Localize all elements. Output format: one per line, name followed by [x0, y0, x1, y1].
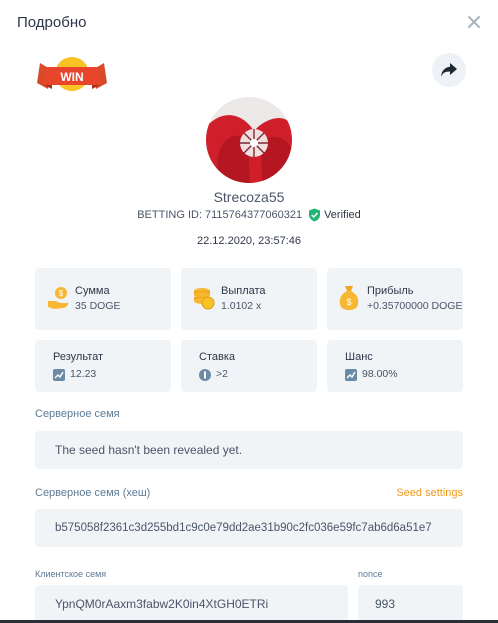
client-seed-value: YpnQM0rAaxm3fabw2K0in4XtGH0ETRi [55, 597, 269, 611]
bet-details-modal: Подробно WIN Strecoza55 BETTING ID: 7115… [0, 0, 498, 623]
stat-card-payout: Выплата 1.0102 x [181, 268, 317, 330]
svg-text:$: $ [59, 289, 64, 298]
stat-value-profit: +0.35700000 DOGE [367, 300, 463, 312]
stat-label-profit: Прибыль [367, 285, 414, 297]
betting-id-value: 7115764377060321 [205, 209, 303, 221]
stat-label-payout: Выплата [221, 285, 266, 297]
stat-value-payout: 1.0102 x [221, 300, 262, 312]
client-seed-field[interactable]: YpnQM0rAaxm3fabw2K0in4XtGH0ETRi [35, 585, 348, 623]
server-seed-field[interactable]: The seed hasn't been revealed yet. [35, 431, 463, 469]
nonce-field[interactable]: 993 [358, 585, 463, 623]
betting-id-row: BETTING ID: 7115764377060321 Verified [0, 208, 498, 222]
target-icon [199, 368, 211, 386]
server-seed-hash-label: Серверное семя (хеш) [35, 487, 151, 499]
client-seed-label: Клиентское семя [35, 569, 107, 579]
stat-value-amount: 35 DOGE [75, 300, 121, 312]
seed-settings-link[interactable]: Seed settings [396, 487, 463, 499]
stat-card-profit: $ Прибыль +0.35700000 DOGE [327, 268, 463, 330]
stat-label-bet: Ставка [199, 351, 235, 363]
server-seed-hash-field[interactable]: b575058f2361c3d255bd1c9c0e79dd2ae31b90c2… [35, 509, 463, 547]
server-seed-value: The seed hasn't been revealed yet. [55, 443, 243, 457]
bet-datetime: 22.12.2020, 23:57:46 [197, 235, 301, 247]
stat-label-amount: Сумма [75, 285, 110, 297]
stat-card-bet: Ставка >2 [181, 340, 317, 392]
share-arrow-icon [441, 63, 457, 77]
money-bag-icon: $ [339, 285, 359, 316]
win-badge-text: WIN [60, 70, 83, 84]
verified-badge: Verified [308, 208, 361, 222]
server-seed-hash-value: b575058f2361c3d255bd1c9c0e79dd2ae31b90c2… [55, 522, 432, 534]
verified-label: Verified [324, 209, 361, 221]
close-icon[interactable] [464, 12, 484, 32]
chart-icon [53, 368, 65, 386]
svg-text:$: $ [346, 297, 351, 307]
verified-shield-icon [309, 208, 321, 222]
money-hand-icon: $ [47, 286, 69, 315]
stat-card-amount: $ Сумма 35 DOGE [35, 268, 171, 330]
share-button[interactable] [432, 53, 466, 87]
stat-card-chance: Шанс 98.00% [327, 340, 463, 392]
coins-stack-icon [193, 286, 215, 315]
nonce-value: 993 [375, 597, 396, 611]
stat-value-bet: >2 [216, 368, 228, 380]
stat-value-chance: 98.00% [362, 368, 398, 380]
stat-card-result: Результат 12.23 [35, 340, 171, 392]
username: Strecoza55 [213, 189, 285, 205]
stat-label-result: Результат [53, 351, 104, 363]
chart-icon [345, 368, 357, 386]
stat-label-chance: Шанс [345, 351, 373, 363]
win-badge: WIN [34, 55, 110, 97]
nonce-label: nonce [358, 569, 383, 579]
modal-title: Подробно [17, 14, 87, 31]
betting-id-label: BETTING ID: [137, 209, 202, 221]
stat-value-result: 12.23 [70, 368, 97, 380]
server-seed-label: Серверное семя [35, 408, 120, 420]
avatar [206, 97, 292, 183]
